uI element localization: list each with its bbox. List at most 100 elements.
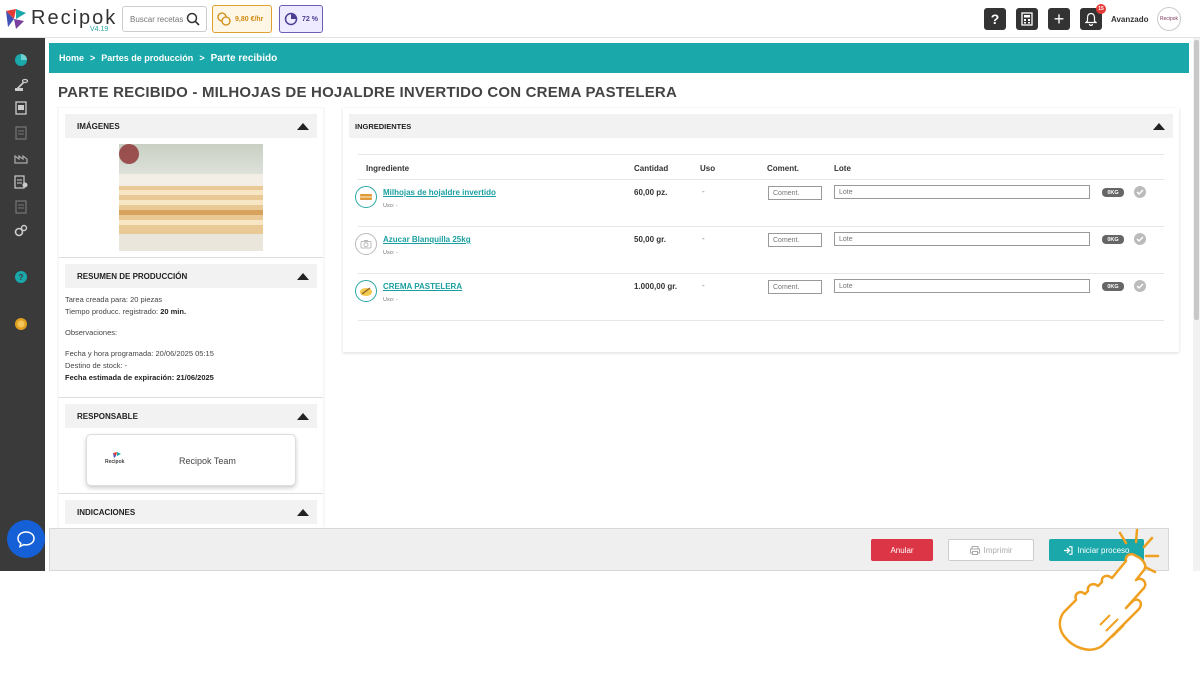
avatar[interactable]: Recipok bbox=[1157, 7, 1181, 31]
check-button[interactable] bbox=[1134, 233, 1146, 245]
sidebar-item-coins[interactable] bbox=[14, 317, 28, 331]
responsable-panel-title: RESPONSABLE bbox=[77, 411, 138, 421]
list-icon bbox=[15, 200, 27, 214]
percent-badge[interactable]: 72 % bbox=[279, 5, 323, 33]
sidebar-item-recipes[interactable] bbox=[14, 78, 28, 92]
cost-per-hour-badge[interactable]: 9,80 €/hr bbox=[212, 5, 272, 33]
images-panel-title: IMÁGENES bbox=[77, 121, 120, 131]
help-icon: ? bbox=[990, 11, 1000, 27]
clipboard-icon bbox=[14, 175, 28, 189]
sidebar-item-inventory[interactable] bbox=[14, 175, 28, 189]
help-button[interactable]: ? bbox=[984, 8, 1006, 30]
collapse-icon[interactable] bbox=[297, 272, 309, 280]
sidebar-item-settings[interactable] bbox=[14, 224, 28, 238]
coins-icon bbox=[217, 12, 231, 26]
whisk-icon bbox=[15, 78, 28, 91]
add-button[interactable]: + bbox=[1048, 8, 1070, 30]
check-button[interactable] bbox=[1134, 186, 1146, 198]
col-uso[interactable]: Uso bbox=[700, 164, 715, 173]
indicaciones-panel-title: INDICACIONES bbox=[77, 507, 136, 517]
lote-input[interactable] bbox=[834, 185, 1090, 199]
ingredient-name-link[interactable]: Azucar Blanquilla 25kg bbox=[383, 235, 471, 244]
coment-input[interactable] bbox=[768, 233, 822, 247]
printer-icon bbox=[969, 545, 980, 555]
ingredient-uso: - bbox=[702, 234, 705, 243]
table-row: Azucar Blanquilla 25kg Uso: - 50,00 gr. … bbox=[355, 227, 1164, 274]
collapse-icon[interactable] bbox=[297, 122, 309, 130]
calculator-icon bbox=[1021, 12, 1033, 26]
col-lote[interactable]: Lote bbox=[834, 164, 851, 173]
stock-badge[interactable]: 0KG bbox=[1102, 235, 1124, 244]
calculator-button[interactable] bbox=[1016, 8, 1038, 30]
gears-icon bbox=[14, 224, 28, 237]
sidebar-item-help[interactable]: ? bbox=[14, 270, 28, 284]
page-title: PARTE RECIBIDO - MILHOJAS DE HOJALDRE IN… bbox=[58, 84, 677, 101]
ingredient-thumbnail[interactable] bbox=[355, 186, 377, 208]
ingredient-thumbnail[interactable] bbox=[355, 233, 377, 255]
coment-input[interactable] bbox=[768, 280, 822, 294]
bell-icon bbox=[1085, 12, 1097, 26]
stock-badge[interactable]: 0KG bbox=[1102, 188, 1124, 197]
breadcrumb-current: Parte recibido bbox=[210, 52, 278, 64]
collapse-icon[interactable] bbox=[1153, 122, 1165, 130]
pointing-hand-icon bbox=[1058, 528, 1160, 651]
cancel-button[interactable]: Anular bbox=[871, 539, 933, 561]
coin-icon bbox=[15, 318, 27, 330]
avatar-text: Recipok bbox=[1159, 16, 1179, 22]
breadcrumb: Home > Partes de producción > Parte reci… bbox=[49, 43, 1189, 73]
date-line: Fecha y hora programada: 20/06/2025 05:1… bbox=[65, 348, 323, 360]
breadcrumb-section[interactable]: Partes de producción bbox=[101, 53, 193, 63]
stock-value: - bbox=[124, 361, 128, 370]
check-icon bbox=[1136, 283, 1144, 289]
ingredient-name-link[interactable]: CREMA PASTELERA bbox=[383, 282, 462, 291]
date-label: Fecha y hora programada: bbox=[65, 349, 154, 358]
responsable-card[interactable]: Recipok Recipok Team bbox=[86, 434, 296, 486]
sidebar: ? bbox=[0, 38, 45, 571]
ingredients-table-header: Ingrediente Cantidad Uso Coment. Lote bbox=[358, 154, 1164, 180]
summary-panel-header[interactable]: RESUMEN DE PRODUCCIÓN bbox=[65, 264, 317, 288]
notifications-button[interactable]: 15 bbox=[1080, 4, 1106, 30]
col-coment[interactable]: Coment. bbox=[767, 164, 799, 173]
search-icon[interactable] bbox=[186, 12, 200, 26]
sidebar-item-dashboard[interactable] bbox=[14, 53, 28, 67]
ingredients-panel: INGREDIENTES Ingrediente Cantidad Uso Co… bbox=[343, 108, 1179, 352]
user-level-label: Avanzado bbox=[1111, 15, 1149, 24]
ingredient-uso-sub: Uso: - bbox=[383, 297, 398, 303]
ingredient-uso-sub: Uso: - bbox=[383, 203, 398, 209]
col-ingrediente[interactable]: Ingrediente bbox=[366, 164, 409, 173]
page-scrollbar-thumb[interactable] bbox=[1194, 40, 1199, 320]
col-cantidad[interactable]: Cantidad bbox=[634, 164, 668, 173]
chat-button[interactable] bbox=[7, 520, 45, 558]
print-button[interactable]: Imprimir bbox=[948, 539, 1034, 561]
ingredient-thumbnail[interactable] bbox=[355, 280, 377, 302]
search-input[interactable] bbox=[123, 7, 183, 31]
time-line: Tiempo producc. registrado: 20 min. bbox=[65, 306, 323, 318]
collapse-icon[interactable] bbox=[297, 508, 309, 516]
indicaciones-panel-header[interactable]: INDICACIONES bbox=[65, 500, 317, 524]
search-box[interactable] bbox=[122, 6, 207, 32]
check-button[interactable] bbox=[1134, 280, 1146, 292]
responsable-panel-header[interactable]: RESPONSABLE bbox=[65, 404, 317, 428]
stock-badge[interactable]: 0KG bbox=[1102, 282, 1124, 291]
task-line: Tarea creada para: 20 piezas bbox=[65, 294, 323, 306]
coment-input[interactable] bbox=[768, 186, 822, 200]
ingredients-panel-header[interactable]: INGREDIENTES bbox=[349, 114, 1173, 138]
chat-bubble-icon bbox=[17, 531, 35, 548]
recipe-image[interactable] bbox=[119, 144, 263, 251]
sidebar-item-documents[interactable] bbox=[14, 101, 28, 115]
ingredient-quantity: 60,00 pz. bbox=[634, 188, 668, 197]
ingredients-panel-title: INGREDIENTES bbox=[355, 121, 412, 131]
breadcrumb-home[interactable]: Home bbox=[59, 53, 84, 63]
images-panel-header[interactable]: IMÁGENES bbox=[65, 114, 317, 138]
sidebar-item-reports[interactable] bbox=[14, 126, 28, 140]
ingredient-name-link[interactable]: Milhojas de hojaldre invertido bbox=[383, 188, 496, 197]
sidebar-item-orders[interactable] bbox=[14, 200, 28, 214]
lote-input[interactable] bbox=[834, 232, 1090, 246]
app-logo[interactable]: Recipok V4.19 bbox=[4, 5, 119, 33]
collapse-icon[interactable] bbox=[297, 412, 309, 420]
sidebar-item-production[interactable] bbox=[14, 150, 28, 164]
table-row: Milhojas de hojaldre invertido Uso: - 60… bbox=[355, 180, 1164, 227]
ingredient-quantity: 50,00 gr. bbox=[634, 235, 667, 244]
lote-input[interactable] bbox=[834, 279, 1090, 293]
svg-text:?: ? bbox=[19, 273, 24, 282]
